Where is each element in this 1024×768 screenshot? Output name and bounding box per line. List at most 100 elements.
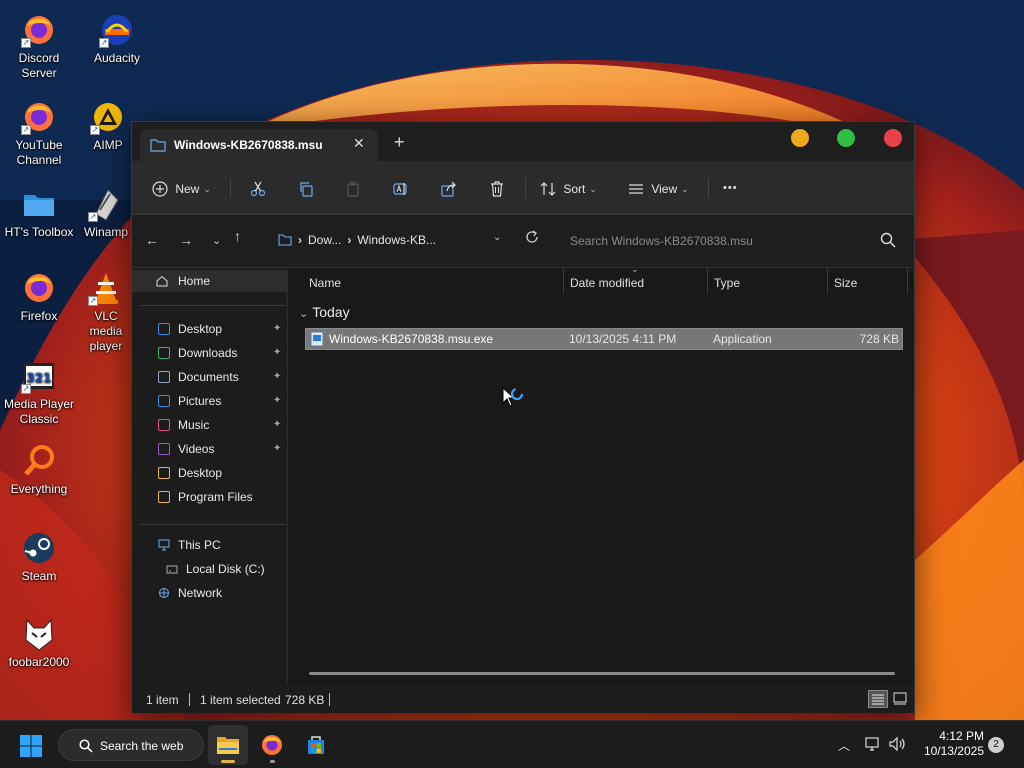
search-input[interactable]: Search Windows-KB2670838.msu [560, 225, 902, 257]
details-view-button[interactable] [868, 690, 888, 708]
nav-item-local-disk[interactable]: Local Disk (C:) [132, 558, 287, 580]
pin-icon[interactable]: ✦ [273, 366, 281, 388]
download-icon [158, 347, 170, 359]
nav-item-label: Pictures [178, 394, 222, 408]
desktop-icon-vlc[interactable]: ↗ VLC media player [78, 270, 134, 354]
column-header-size[interactable]: Size [834, 276, 857, 290]
nav-item-label: Desktop [178, 322, 223, 336]
forward-arrow-icon[interactable]: → [179, 232, 193, 248]
status-divider [189, 693, 190, 706]
taskbar-search-box[interactable]: Search the web [58, 729, 204, 761]
nav-item-network[interactable]: Network [132, 582, 287, 604]
desktop-icon-steam[interactable]: Steam [0, 530, 78, 584]
close-window-button[interactable] [884, 129, 902, 147]
horizontal-scrollbar[interactable] [309, 672, 895, 675]
desktop-icon-firefox[interactable]: Firefox [0, 270, 78, 324]
scissors-icon [250, 181, 266, 196]
view-button[interactable]: View ⌄ [628, 177, 689, 199]
document-icon [158, 371, 170, 383]
cut-button[interactable] [250, 177, 266, 199]
breadcrumb[interactable]: › Dow... › Windows-KB... [278, 233, 442, 247]
maximize-button[interactable] [837, 129, 855, 147]
refresh-icon[interactable] [524, 229, 540, 245]
nav-item-downloads[interactable]: Downloads ✦ [132, 342, 287, 364]
desktop-icon-winamp[interactable]: ↗ Winamp [78, 186, 134, 240]
windows-start-icon[interactable] [19, 734, 43, 758]
notification-badge[interactable]: 2 [988, 737, 1004, 753]
network-icon [159, 588, 169, 598]
desktop-icon-youtube-channel[interactable]: ↗ YouTube Channel [0, 99, 78, 168]
up-arrow-icon[interactable]: ↑ [234, 228, 241, 244]
paste-button[interactable] [345, 177, 361, 199]
nav-item-videos[interactable]: Videos ✦ [132, 438, 287, 460]
file-date: 10/13/2025 4:11 PM [569, 332, 677, 346]
desktop-icon-aimp[interactable]: ↗ AIMP [78, 99, 138, 153]
breadcrumb-item[interactable]: Dow... [308, 233, 341, 247]
taskbar-firefox[interactable] [252, 725, 292, 765]
nav-item-this-pc[interactable]: This PC [132, 534, 287, 556]
nav-item-desktop[interactable]: Desktop [132, 462, 287, 484]
pin-icon[interactable]: ✦ [273, 414, 281, 436]
rename-button[interactable] [393, 177, 409, 199]
column-header-type[interactable]: Type [714, 276, 740, 290]
desktop-icon [158, 323, 170, 335]
breadcrumb-item[interactable]: Windows-KB... [357, 233, 436, 247]
pin-icon[interactable]: ✦ [273, 318, 281, 340]
address-history-chevron-icon[interactable]: ⌄ [493, 232, 501, 243]
desktop-icon-foobar2000[interactable]: foobar2000 [0, 616, 78, 670]
minimize-button[interactable] [791, 129, 809, 147]
column-header-date[interactable]: Date modified [570, 276, 644, 290]
network-wired-icon[interactable] [864, 736, 882, 752]
column-divider [707, 268, 708, 294]
tiles-view-button[interactable] [892, 690, 910, 708]
search-icon[interactable] [880, 232, 896, 248]
videos-icon [158, 443, 170, 455]
nav-item-documents[interactable]: Documents ✦ [132, 366, 287, 388]
new-button[interactable]: New ⌄ [152, 177, 211, 199]
clock[interactable]: 4:12 PM 10/13/2025 [918, 729, 984, 759]
nav-item-pictures[interactable]: Pictures ✦ [132, 390, 287, 412]
clock-date: 10/13/2025 [923, 744, 984, 758]
nav-divider [140, 305, 286, 306]
new-tab-button[interactable]: + [394, 133, 405, 151]
store-icon [308, 736, 324, 754]
desktop-icon-discord-server[interactable]: ↗ Discord Server [0, 12, 78, 81]
file-explorer-window[interactable]: Windows-KB2670838.msu ✕ + New ⌄ Sort ⌄ V… [131, 121, 915, 713]
desktop-icon-audacity[interactable]: ↗ Audacity [78, 12, 156, 66]
title-bar[interactable]: Windows-KB2670838.msu ✕ + [132, 122, 914, 161]
nav-item-label: Videos [178, 442, 215, 456]
file-type: Application [713, 332, 772, 346]
desktop-icon-everything[interactable]: Everything [0, 443, 78, 497]
recent-locations-chevron-icon[interactable]: ⌄ [212, 234, 221, 247]
volume-icon[interactable] [888, 736, 906, 752]
back-arrow-icon[interactable]: ← [145, 232, 159, 248]
paste-icon [347, 181, 359, 197]
table-row[interactable]: Windows-KB2670838.msu.exe 10/13/2025 4:1… [305, 328, 903, 350]
nav-item-desktop[interactable]: Desktop ✦ [132, 318, 287, 340]
delete-button[interactable] [489, 177, 505, 199]
close-tab-icon[interactable]: ✕ [353, 135, 365, 152]
tab-windows-kb[interactable]: Windows-KB2670838.msu ✕ [140, 129, 378, 161]
status-bar: 1 item 1 item selected 728 KB [132, 685, 914, 713]
taskbar-microsoft-store[interactable] [296, 725, 336, 765]
pin-icon[interactable]: ✦ [273, 438, 281, 460]
item-count: 1 item [146, 693, 179, 707]
collapse-chevron-icon[interactable]: ⌄ [299, 308, 308, 320]
nav-item-program-files[interactable]: Program Files [132, 486, 287, 508]
group-header-today[interactable]: ⌄ Today [299, 304, 350, 320]
copy-button[interactable] [298, 177, 314, 199]
address-bar: ← → ⌄ ↑ › Dow... › Windows-KB... ⌄ Search W… [132, 216, 914, 268]
nav-item-home[interactable]: Home [132, 270, 287, 292]
desktop-icon-hts-toolbox[interactable]: HT's Toolbox [0, 186, 78, 240]
column-header-name[interactable]: Name [309, 276, 341, 290]
nav-item-music[interactable]: Music ✦ [132, 414, 287, 436]
pin-icon[interactable]: ✦ [273, 390, 281, 412]
desktop-icon-media-player-classic[interactable]: 321 ↗ Media Player Classic [0, 358, 78, 427]
taskbar-file-explorer[interactable] [208, 725, 248, 765]
sort-button[interactable]: Sort ⌄ [540, 177, 597, 199]
tray-overflow-chevron-icon[interactable]: ︿ [838, 737, 850, 754]
share-button[interactable] [441, 177, 457, 199]
more-options-button[interactable]: ••• [723, 177, 738, 199]
rename-icon [393, 182, 407, 195]
pin-icon[interactable]: ✦ [273, 342, 281, 364]
